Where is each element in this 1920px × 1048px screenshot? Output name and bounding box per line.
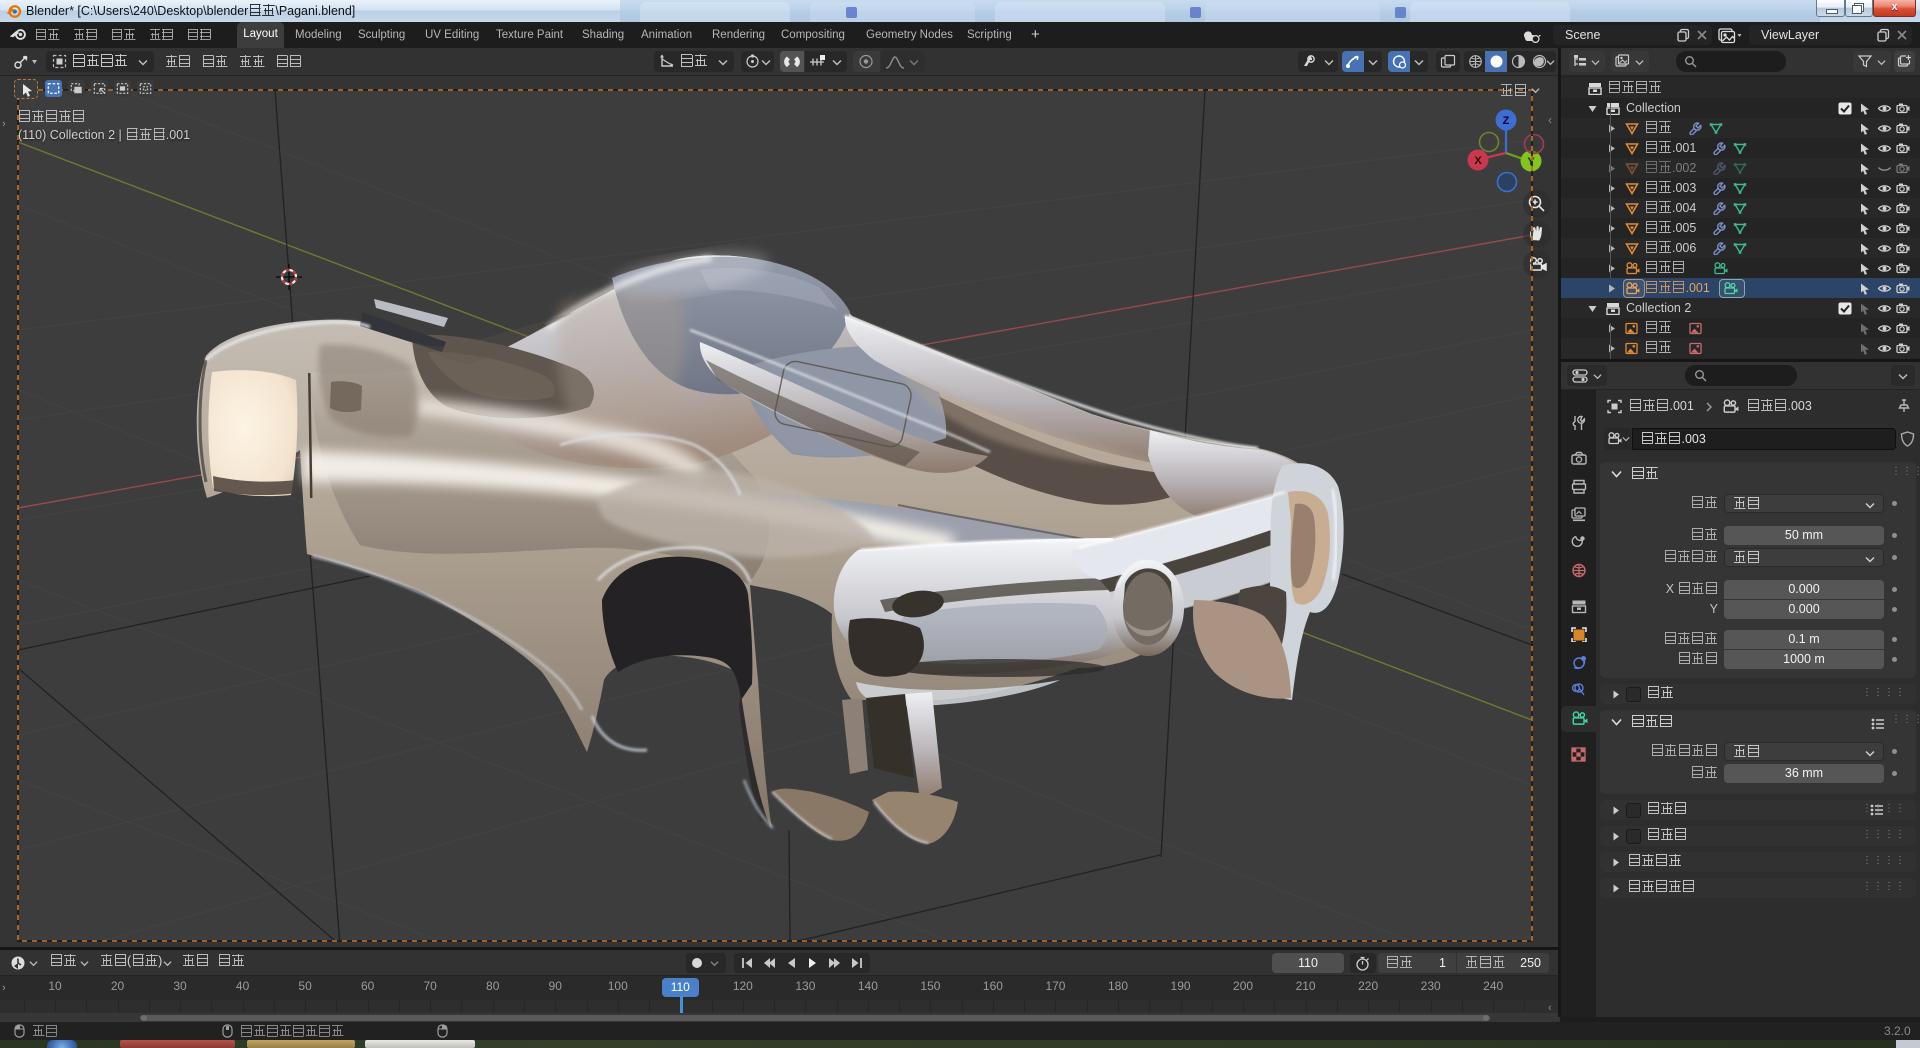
svg-text:Z: Z	[1503, 115, 1510, 127]
svg-text:X: X	[1474, 155, 1482, 167]
